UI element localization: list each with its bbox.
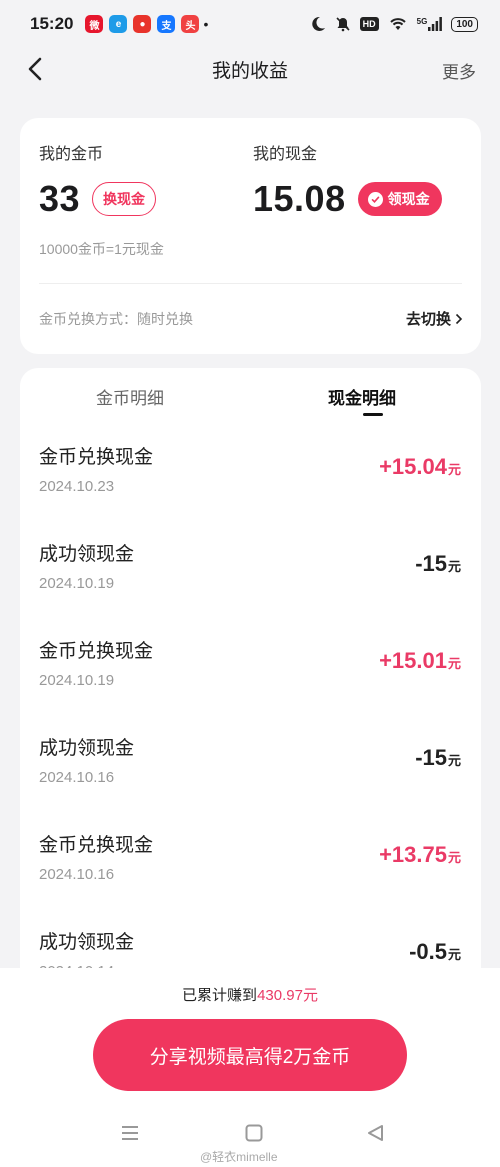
app-red-icon: ●: [133, 15, 152, 33]
transaction-row: 金币兑换现金 2024.10.19 +15.01 元: [20, 632, 481, 729]
network-label: 5G: [416, 17, 428, 26]
transaction-title: 金币兑换现金: [39, 835, 154, 856]
menu-nav-button[interactable]: [120, 1124, 140, 1147]
exchange-cash-button[interactable]: 换现金: [92, 182, 157, 216]
earned-prefix: 已累计赚到: [182, 987, 258, 1004]
amount-value: +15.04: [379, 454, 447, 479]
exchange-method: 金币兑换方式：随时兑换: [39, 311, 193, 327]
nav-bar: 我的收益 更多: [0, 48, 500, 90]
alipay-icon: 支: [157, 15, 176, 33]
chevron-left-icon: [28, 57, 42, 81]
transaction-row: 金币兑换现金 2024.10.23 +15.04 元: [20, 438, 481, 535]
transaction-amount: -0.5 元: [409, 939, 461, 965]
amount-value: -15: [415, 551, 447, 576]
transaction-date: 2024.10.19: [39, 575, 115, 592]
moon-icon: [311, 16, 325, 31]
amount-value: -15: [415, 745, 447, 770]
network-type: 5G: [417, 17, 443, 31]
status-dot: •: [203, 16, 209, 32]
coins-value: 33: [39, 178, 81, 219]
back-button[interactable]: [24, 56, 48, 82]
exchange-rate: 10000金币=1元现金: [39, 241, 164, 257]
cash-value: 15.08: [253, 178, 346, 219]
transaction-amount: +15.04 元: [379, 454, 461, 480]
transaction-row: 成功领现金 2024.10.16 -15 元: [20, 729, 481, 826]
amount-unit: 元: [447, 753, 461, 768]
amount-value: +15.01: [379, 648, 447, 673]
transaction-date: 2024.10.16: [39, 866, 115, 883]
transaction-list: 金币兑换现金 2024.10.23 +15.04 元成功领现金 2024.10.19 -1…: [20, 438, 481, 988]
watermark: @轻衣mimelle: [200, 1150, 278, 1164]
home-square-icon: [245, 1124, 263, 1142]
transaction-row: 成功领现金 2024.10.19 -15 元: [20, 535, 481, 632]
amount-unit: 元: [447, 656, 461, 671]
transaction-date: 2024.10.23: [39, 478, 115, 495]
cash-section: 我的现金 15.08 领现金: [253, 140, 442, 220]
share-video-button[interactable]: 分享视频最高得2万金币: [93, 1019, 407, 1091]
home-nav-button[interactable]: [244, 1124, 264, 1147]
amount-unit: 元: [447, 850, 461, 865]
active-tab-indicator: [363, 413, 383, 416]
bottom-panel: 已累计赚到430.97元 分享视频最高得2万金币 @轻衣mimelle: [0, 968, 500, 1167]
tab-coins-detail[interactable]: 金币明细: [96, 384, 164, 409]
weibo-icon: 微: [85, 15, 104, 33]
tab-cash-detail[interactable]: 现金明细: [328, 384, 396, 409]
transaction-date: 2024.10.19: [39, 672, 115, 689]
mute-bell-icon: [336, 17, 350, 32]
transaction-date: 2024.10.16: [39, 769, 115, 786]
claim-cash-button[interactable]: 领现金: [357, 182, 442, 216]
amount-unit: 元: [447, 947, 461, 962]
status-time: 15:20: [30, 14, 74, 33]
menu-icon: [122, 1126, 138, 1140]
transaction-title: 成功领现金: [39, 932, 135, 953]
wifi-icon: [389, 18, 406, 30]
cash-label: 我的现金: [253, 146, 318, 163]
battery-indicator: 100: [451, 16, 478, 32]
amount-value: -0.5: [409, 939, 447, 964]
more-button[interactable]: 更多: [442, 58, 476, 83]
back-nav-button[interactable]: [366, 1124, 386, 1147]
status-right: HD 5G 100: [310, 16, 478, 32]
amount-unit: 元: [447, 462, 461, 477]
claim-cash-label: 领现金: [387, 191, 430, 207]
transaction-amount: +13.75 元: [379, 842, 461, 868]
transaction-amount: -15 元: [415, 551, 461, 577]
transaction-detail-card: 金币明细 现金明细 金币兑换现金 2024.10.23 +15.04 元成功领现金 20…: [20, 368, 481, 988]
transaction-row: 金币兑换现金 2024.10.16 +13.75 元: [20, 826, 481, 923]
signal-icon: [428, 17, 443, 31]
transaction-title: 金币兑换现金: [39, 447, 154, 468]
hd-badge: HD: [359, 17, 379, 31]
switch-method-link[interactable]: 去切换: [406, 308, 463, 329]
amount-value: +13.75: [379, 842, 447, 867]
notification-app-icons: 微 e ● 支头: [85, 15, 200, 33]
toutiao-icon: 头: [181, 15, 200, 33]
back-triangle-icon: [368, 1125, 383, 1141]
status-bar: 15:20 微 e ● 支头 • HD 5G 100: [0, 0, 500, 48]
earnings-summary-card: 我的金币 33 换现金 我的现金 15.08 领现金 10000金币=1元现金 …: [20, 118, 481, 354]
total-earned: 已累计赚到430.97元: [0, 984, 500, 1005]
divider: [39, 283, 462, 284]
detail-tabs: 金币明细 现金明细: [20, 368, 481, 424]
coins-section: 我的金币 33 换现金: [39, 140, 157, 220]
switch-label: 去切换: [405, 311, 451, 328]
transaction-title: 金币兑换现金: [39, 641, 154, 662]
page-title: 我的收益: [211, 60, 288, 82]
transaction-amount: -15 元: [415, 745, 461, 771]
transaction-title: 成功领现金: [39, 544, 135, 565]
amount-unit: 元: [447, 559, 461, 574]
transaction-amount: +15.01 元: [379, 648, 461, 674]
chevron-right-icon: [455, 313, 463, 324]
app-blue-icon: e: [109, 15, 128, 33]
coins-label: 我的金币: [39, 146, 104, 163]
earned-value: 430.97元: [257, 987, 318, 1004]
check-icon: [367, 191, 383, 207]
transaction-title: 成功领现金: [39, 738, 135, 759]
